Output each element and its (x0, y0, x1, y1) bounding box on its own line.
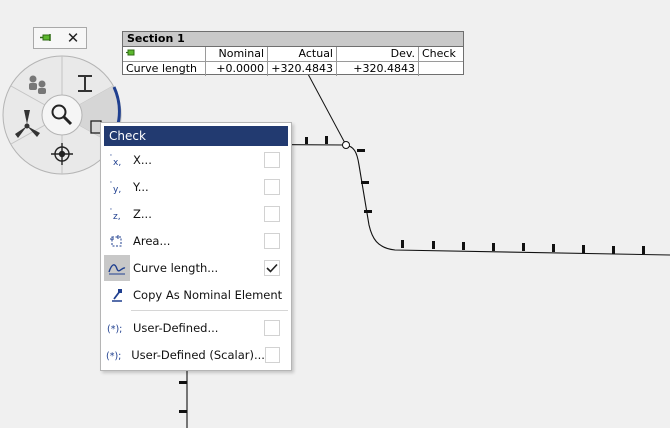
svg-text:z,: z, (113, 212, 121, 221)
svg-text:(*);: (*); (106, 351, 121, 362)
menu-item-label: X... (133, 153, 152, 167)
menu-item-label: User-Defined... (133, 321, 219, 335)
menu-item-label: Y... (133, 180, 149, 194)
check-value (419, 62, 464, 77)
menu-item-checkbox[interactable] (264, 206, 280, 222)
y-deviation-icon: ' y, (104, 174, 130, 200)
menu-item-checkbox[interactable] (264, 179, 280, 195)
check-menu: Check ' x, X... ' y, Y... ' z, Z... Area...… (100, 122, 292, 371)
label-table: Nominal Actual Dev. Check Curve length +… (123, 47, 463, 76)
menu-item-checkbox[interactable] (264, 152, 280, 168)
header-nominal: Nominal (205, 47, 268, 62)
label-title: Section 1 (123, 32, 463, 47)
svg-text:y,: y, (113, 185, 121, 194)
menu-item-user-defined-scalar[interactable]: (*); User-Defined (Scalar)... (104, 342, 288, 368)
actual-value: +320.4843 (267, 61, 337, 76)
menu-item-z[interactable]: ' z, Z... (104, 201, 288, 227)
header-actual: Actual (267, 47, 337, 62)
menu-separator (131, 310, 288, 311)
close-button[interactable]: ✕ (63, 29, 83, 47)
area-icon (104, 228, 130, 254)
row-name: Curve length (123, 61, 206, 76)
z-deviation-icon: ' z, (104, 201, 130, 227)
label-value-row: Curve length +0.0000 +320.4843 +320.4843 (123, 61, 464, 77)
curve-length-icon (104, 255, 130, 281)
x-deviation-icon: ' x, (104, 147, 130, 173)
svg-text:(*);: (*); (107, 324, 122, 335)
user-defined-scalar-icon: (*); (104, 342, 128, 368)
menu-item-user-defined[interactable]: (*); User-Defined... (104, 315, 288, 341)
menu-item-checkbox[interactable] (264, 233, 280, 249)
nominal-value: +0.0000 (205, 61, 268, 76)
close-icon: ✕ (66, 29, 80, 47)
menu-item-copy-nominal[interactable]: Copy As Nominal Element (104, 282, 288, 308)
menu-item-label: Curve length... (133, 261, 219, 275)
menu-item-curve-length[interactable]: Curve length... (104, 255, 288, 281)
menu-item-label: Z... (133, 207, 152, 221)
checkmark-icon (266, 263, 278, 273)
menu-item-area[interactable]: Area... (104, 228, 288, 254)
menu-item-checkbox[interactable] (264, 320, 280, 336)
mini-toolbar: ✕ (33, 27, 87, 49)
menu-item-label: User-Defined (Scalar)... (131, 348, 265, 362)
copy-nominal-icon (104, 282, 130, 308)
label-header-row: Nominal Actual Dev. Check (123, 47, 463, 62)
svg-text:x,: x, (113, 158, 121, 167)
menu-item-checkbox[interactable] (264, 347, 280, 363)
deviation-value: +320.4843 (336, 61, 419, 76)
header-check: Check (418, 47, 463, 62)
menu-item-label: Copy As Nominal Element (133, 288, 283, 302)
header-dev: Dev. (336, 47, 419, 62)
svg-text:': ' (110, 180, 112, 188)
element-icon (126, 49, 135, 56)
svg-text:': ' (110, 153, 112, 161)
user-defined-icon: (*); (104, 315, 130, 341)
menu-item-x[interactable]: ' x, X... (104, 147, 288, 173)
pin-icon[interactable] (37, 29, 57, 47)
header-icon-cell (123, 47, 206, 62)
label-leader-line (307, 73, 347, 146)
menu-header: Check (104, 126, 288, 146)
svg-text:': ' (110, 207, 112, 215)
menu-item-checkbox-checked[interactable] (264, 260, 280, 276)
menu-item-y[interactable]: ' y, Y... (104, 174, 288, 200)
pin-icon-glyph (40, 34, 51, 41)
label-anchor-point[interactable] (342, 141, 350, 149)
section-label[interactable]: Section 1 Nominal Actual Dev. Check Curv… (122, 31, 464, 76)
menu-item-label: Area... (133, 234, 171, 248)
